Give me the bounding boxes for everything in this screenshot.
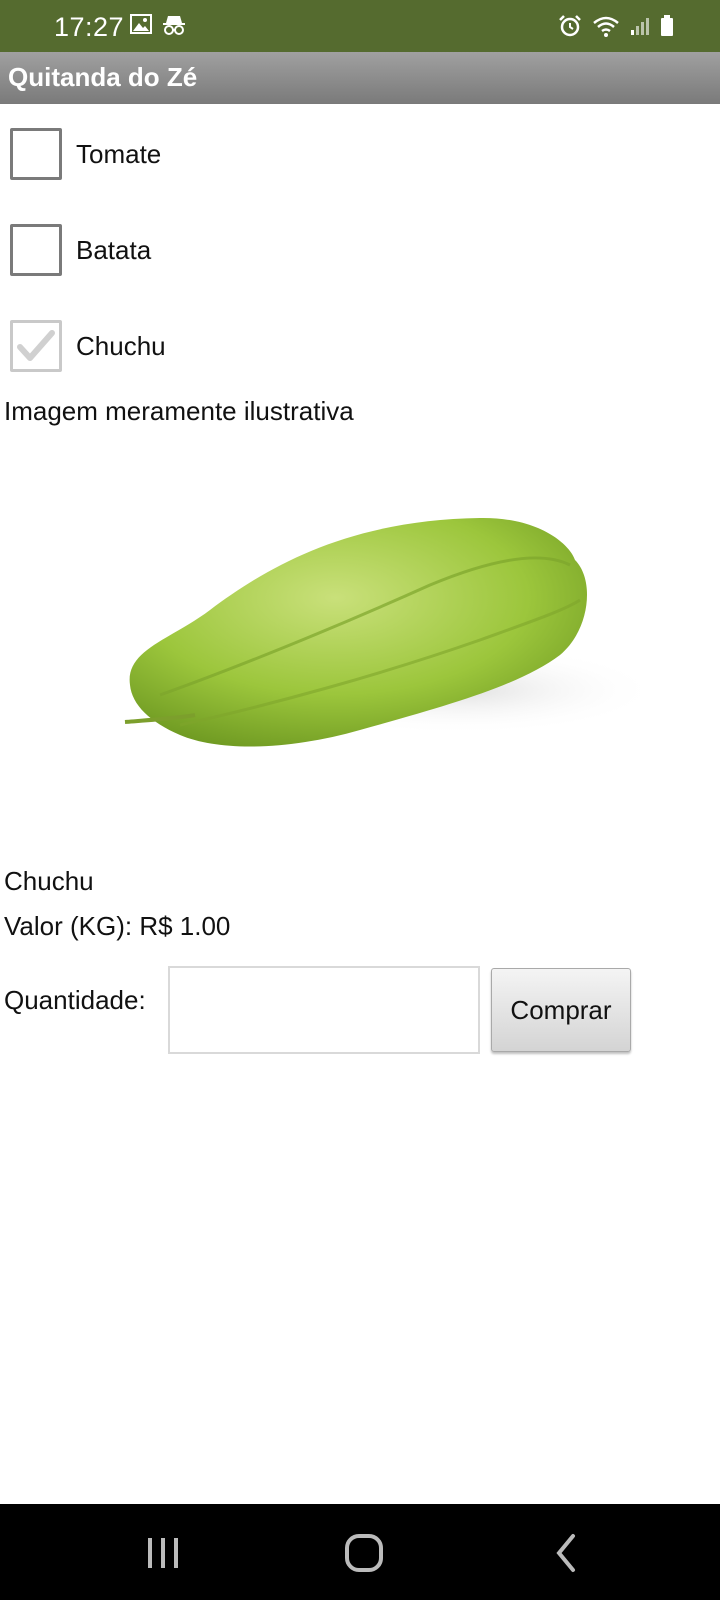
checkmark-icon xyxy=(17,330,55,361)
image-caption: Imagem meramente ilustrativa xyxy=(4,396,354,426)
price-label: Valor (KG): R$ 1.00 xyxy=(4,911,231,941)
checkbox-box[interactable] xyxy=(10,128,62,180)
chayote-image xyxy=(100,490,660,790)
quantity-input[interactable] xyxy=(168,966,480,1054)
battery-icon xyxy=(660,15,674,42)
image-icon xyxy=(130,14,152,41)
checkbox-label: Batata xyxy=(76,234,152,265)
checkbox-box[interactable] xyxy=(10,224,62,276)
app-title-bar: Quitanda do Zé xyxy=(0,52,720,104)
wifi-icon xyxy=(592,15,620,42)
recent-apps-icon[interactable] xyxy=(133,1530,193,1576)
app-title: Quitanda do Zé xyxy=(8,62,198,92)
alarm-icon xyxy=(558,14,582,43)
status-bar: 17:27 xyxy=(0,0,720,52)
home-icon[interactable] xyxy=(334,1530,394,1576)
checkbox-batata[interactable]: Batata xyxy=(10,221,151,279)
incognito-icon xyxy=(162,14,186,41)
checkbox-chuchu[interactable]: Chuchu xyxy=(10,317,166,375)
checkbox-tomate[interactable]: Tomate xyxy=(10,125,161,183)
buy-button[interactable]: Comprar xyxy=(491,968,631,1052)
checkbox-label: Tomate xyxy=(76,138,162,169)
product-name: Chuchu xyxy=(4,866,94,896)
status-time: 17:27 xyxy=(54,12,125,42)
checkbox-label: Chuchu xyxy=(76,330,166,361)
quantity-label: Quantidade: xyxy=(4,985,146,1015)
back-icon[interactable] xyxy=(536,1530,596,1576)
navigation-bar xyxy=(0,1504,720,1600)
checkbox-box[interactable] xyxy=(10,320,62,372)
signal-icon xyxy=(630,16,650,41)
